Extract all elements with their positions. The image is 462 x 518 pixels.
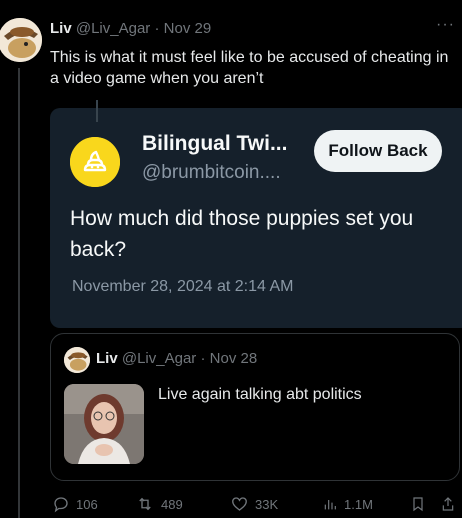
views-button[interactable]: 1.1M [322,495,373,513]
bookmark-icon [413,497,423,512]
quote-author-name: Liv [96,350,118,367]
heart-icon [232,497,247,511]
tweet-date[interactable]: Nov 29 [164,20,212,37]
embedded-author-name: Bilingual Twi... [142,132,288,155]
tweet-header: Liv @Liv_Agar · Nov 29 [50,20,211,37]
author-avatar[interactable] [0,18,42,62]
embedded-tweet-text: How much did those puppies set you back? [70,207,414,261]
views-chart-icon [324,500,336,510]
follow-back-button: Follow Back [314,130,442,172]
repost-count: 489 [161,496,183,512]
quote-author-handle: @Liv_Agar [121,350,197,367]
bookmark-button[interactable] [410,495,426,513]
reply-count: 106 [76,496,98,512]
embedded-author-handle: @brumbitcoin.... [142,162,281,183]
views-count: 1.1M [344,496,373,512]
quote-date: Nov 28 [209,350,258,367]
thread-line [18,68,20,518]
embedded-thread-line [96,100,98,122]
repost-button[interactable]: 489 [135,495,183,513]
quote-separator: · [200,350,206,367]
like-button[interactable]: 33K [230,495,278,513]
header-separator: · [154,20,160,37]
poop-emoji-avatar-icon [70,137,120,187]
reply-button[interactable]: 106 [52,495,98,513]
quote-author-avatar [64,347,90,373]
quote-text: Live again talking abt politics [158,386,362,403]
author-handle[interactable]: @Liv_Agar [76,20,150,37]
embedded-timestamp: November 28, 2024 at 2:14 AM [72,278,294,295]
quote-video-thumbnail[interactable] [64,384,144,464]
share-icon [442,497,454,511]
repost-icon [139,497,151,511]
like-count: 33K [255,496,279,512]
share-button[interactable] [440,495,456,513]
reply-icon [54,497,68,513]
author-name[interactable]: Liv [50,20,72,37]
tweet-text: This is what it must feel like to be acc… [50,49,449,87]
quote-header: Liv @Liv_Agar · Nov 28 [96,350,257,367]
more-options-icon[interactable]: ··· [436,16,455,34]
